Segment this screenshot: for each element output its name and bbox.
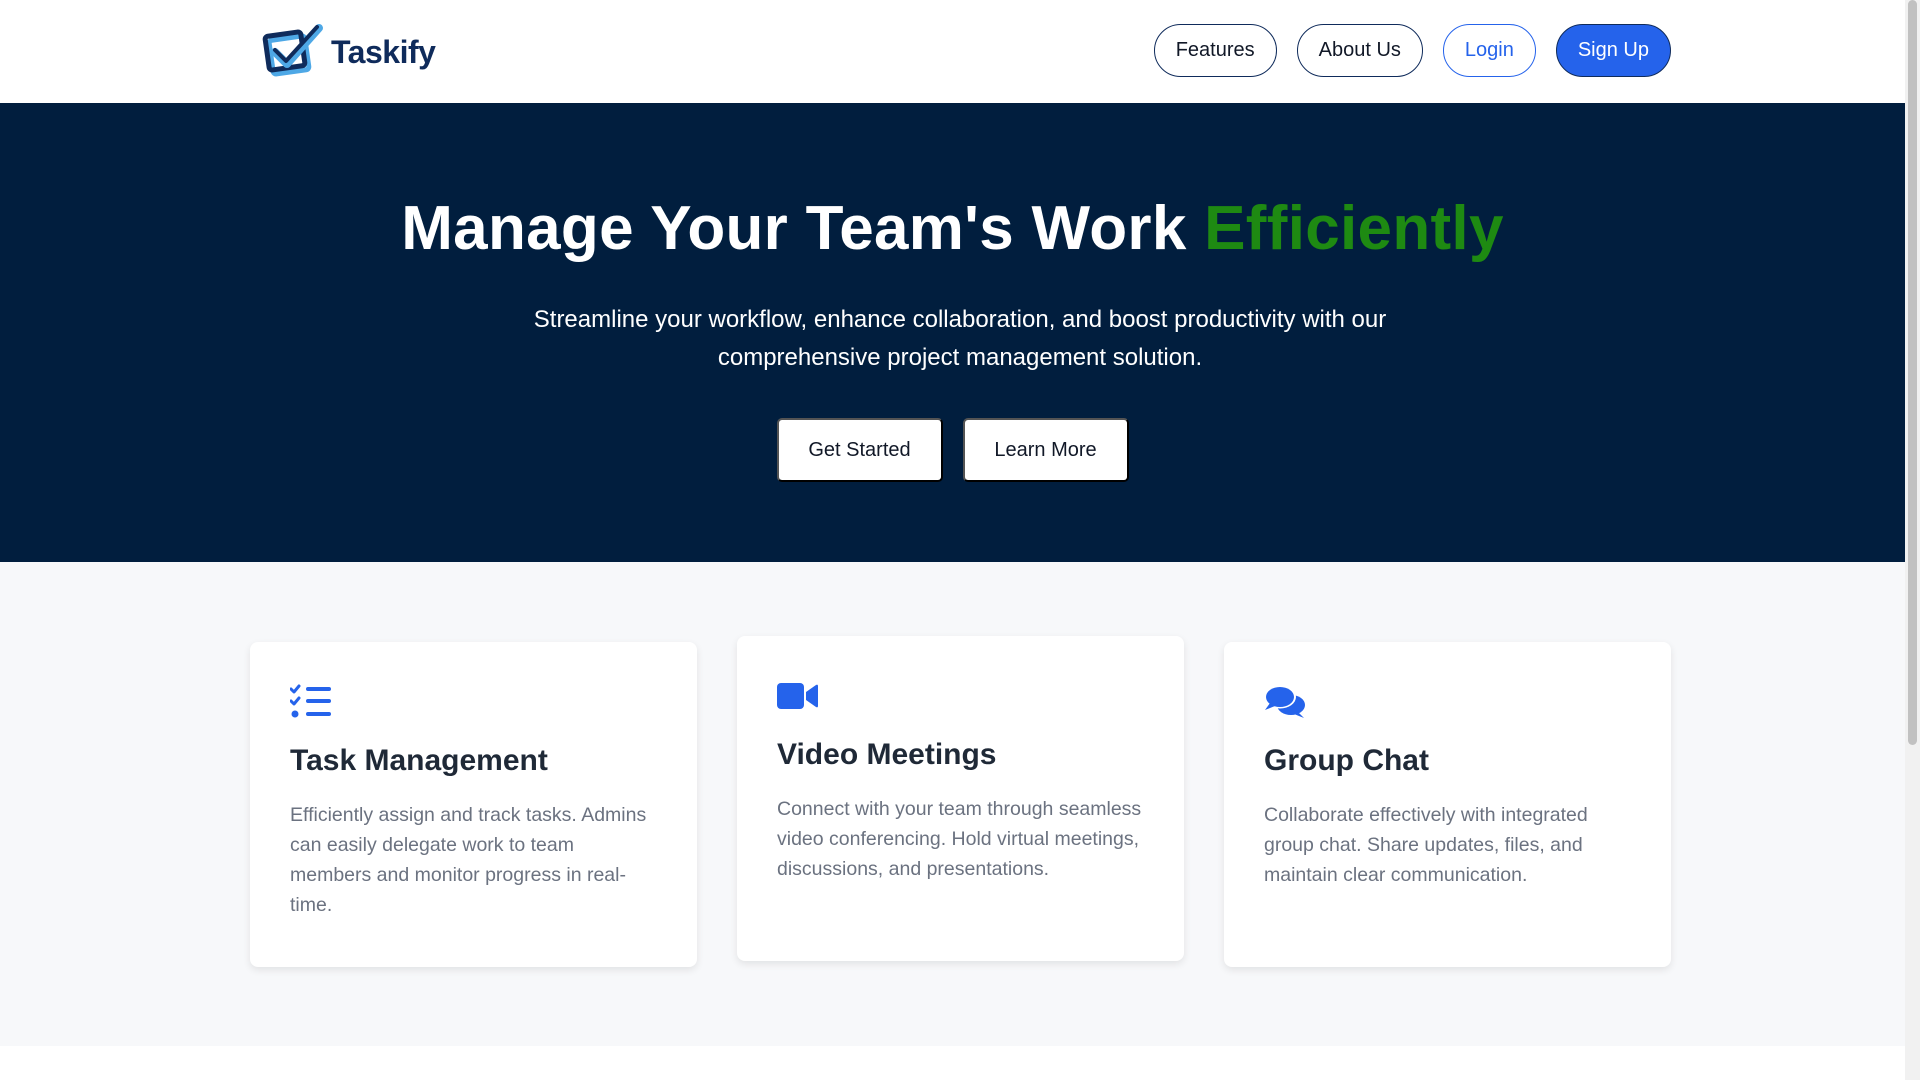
hero-title-main: Manage Your Team's Work (401, 194, 1205, 263)
site-header: Taskify Features About Us Login Sign Up (0, 0, 1905, 103)
learn-more-button[interactable]: Learn More (962, 418, 1129, 482)
chat-bubbles-icon (1264, 682, 1631, 722)
feature-title: Video Meetings (777, 738, 997, 771)
page: Taskify Features About Us Login Sign Up … (0, 0, 1920, 1080)
hero-title: Manage Your Team's Work Efficiently (0, 193, 1905, 264)
feature-card-task-management: Task Management Efficiently assign and t… (250, 642, 697, 967)
feature-description: Efficiently assign and track tasks. Admi… (290, 804, 647, 916)
main-nav: Features About Us Login Sign Up (1153, 24, 1671, 77)
vertical-scrollbar[interactable] (1905, 0, 1920, 1080)
task-list-icon (290, 682, 657, 722)
feature-description: Collaborate effectively with integrated … (1264, 804, 1588, 886)
feature-title: Group Chat (1264, 744, 1429, 777)
hero-subtitle: Streamline your workflow, enhance collab… (533, 306, 1387, 371)
logo[interactable]: Taskify (261, 24, 436, 80)
scrollbar-thumb[interactable] (1908, 0, 1917, 745)
hero-title-accent: Efficiently (1204, 194, 1504, 263)
feature-title: Task Management (290, 744, 548, 777)
login-button[interactable]: Login (1442, 24, 1536, 77)
hero-actions: Get Started Learn More (0, 418, 1905, 482)
feature-card-group-chat: Group Chat Collaborate effectively with … (1224, 642, 1671, 967)
hero-section: Manage Your Team's Work Efficiently Stre… (0, 103, 1905, 562)
feature-card-video-meetings: Video Meetings Connect with your team th… (737, 636, 1184, 961)
about-nav-button[interactable]: About Us (1296, 24, 1423, 77)
checkbox-check-logo-icon (262, 24, 323, 77)
signup-button[interactable]: Sign Up (1555, 24, 1671, 77)
video-camera-icon (777, 676, 1144, 716)
features-section: Task Management Efficiently assign and t… (0, 562, 1905, 1046)
get-started-button[interactable]: Get Started (776, 418, 943, 482)
feature-description: Connect with your team through seamless … (777, 798, 1142, 880)
brand-name: Taskify (331, 33, 436, 70)
page-bottom (0, 1046, 1905, 1080)
features-nav-button[interactable]: Features (1153, 24, 1277, 77)
